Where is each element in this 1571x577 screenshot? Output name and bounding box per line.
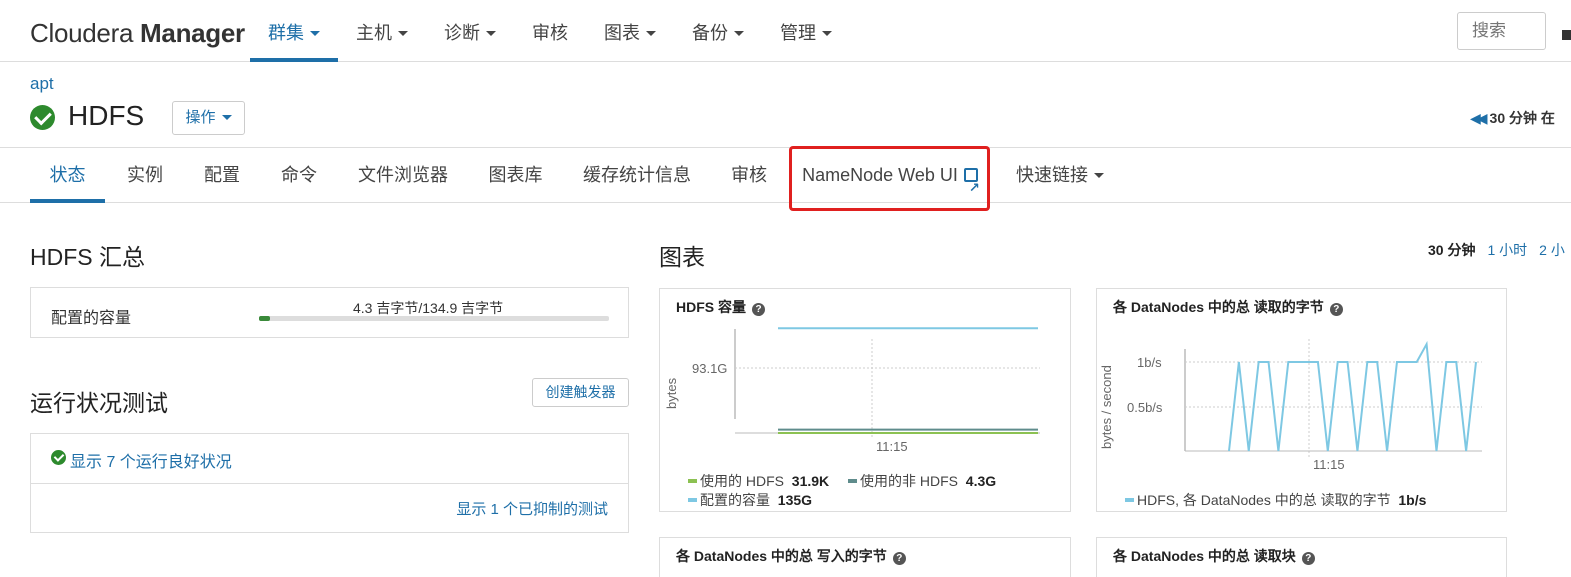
legend-item: 配置的容量 135G <box>688 490 812 510</box>
x-tick-label: 11:15 <box>1313 457 1345 472</box>
time-range-option[interactable]: 30 分钟 <box>1428 242 1475 258</box>
capacity-progress-fill <box>259 316 271 321</box>
help-icon[interactable]: ? <box>892 552 906 565</box>
health-tests-panel: 显示 7 个运行良好状况 显示 1 个已抑制的测试 <box>30 433 629 533</box>
capacity-progress-bar <box>259 316 609 321</box>
nav-item[interactable]: 主机 <box>338 0 426 62</box>
top-navbar: Cloudera Manager 群集 主机 诊断 审核 图表 备份 管理 <box>0 0 1571 62</box>
tab[interactable]: 图表库 <box>469 148 562 203</box>
legend-swatch <box>688 479 697 483</box>
good-health-icon <box>30 105 55 130</box>
breadcrumb-cluster[interactable]: apt <box>30 74 54 94</box>
chevron-down-icon <box>646 30 656 36</box>
check-circle-icon <box>51 450 66 465</box>
chevron-down-icon <box>398 30 408 36</box>
y-tick-label: 93.1G <box>692 361 727 376</box>
chart-title: 各 DataNodes 中的总 读取块? <box>1113 546 1315 566</box>
health-tests-heading: 运行状况测试 <box>30 390 168 416</box>
rewind-icon[interactable]: ◀◀ <box>1470 110 1487 127</box>
app-logo[interactable]: Cloudera Manager <box>30 18 245 49</box>
y-axis-label: bytes / second <box>1099 365 1114 449</box>
page-title: HDFS <box>68 100 145 131</box>
legend-item: 使用的 HDFS 31.9K <box>688 471 829 491</box>
tab[interactable]: 状态 <box>30 148 105 203</box>
tab[interactable]: 文件浏览器 <box>339 148 467 203</box>
time-range-option[interactable]: 1 小时 <box>1487 242 1527 258</box>
series-line <box>1228 340 1477 452</box>
chart-panel-blocks-read: 各 DataNodes 中的总 读取块? <box>1096 537 1507 577</box>
health-good-row: 显示 7 个运行良好状况 <box>31 434 628 484</box>
chevron-down-icon <box>822 30 832 36</box>
nav-item[interactable]: 群集 <box>250 0 338 62</box>
nav-item[interactable]: 诊断 <box>426 0 514 62</box>
legend-swatch <box>1125 498 1134 502</box>
create-trigger-button[interactable]: 创建触发器 <box>532 378 629 407</box>
chart-panel-bytes-written: 各 DataNodes 中的总 写入的字节? <box>659 537 1071 577</box>
chart-panel-bytes-read: 各 DataNodes 中的总 读取的字节? 1b/s 0.5b/s 11:15… <box>1096 288 1507 512</box>
tab[interactable]: 快速链接 <box>1000 148 1120 203</box>
legend-item: 使用的非 HDFS 4.3G <box>848 471 996 491</box>
nav-item[interactable]: 审核 <box>514 0 586 62</box>
bytes-read-chart: 1b/s 0.5b/s 11:15 bytes / second <box>1099 339 1482 472</box>
tab[interactable]: 配置 <box>185 148 259 203</box>
nav-item[interactable]: 备份 <box>674 0 762 62</box>
search-input[interactable] <box>1457 12 1546 50</box>
y-tick-label: 1b/s <box>1137 355 1162 370</box>
time-range-selector: 30 分钟 1 小时 2 小 <box>1428 240 1571 260</box>
tab[interactable]: 命令 <box>262 148 336 203</box>
main-nav: 群集 主机 诊断 审核 图表 备份 管理 <box>250 0 850 62</box>
user-menu-icon[interactable] <box>1562 30 1571 40</box>
y-tick-label: 0.5b/s <box>1127 400 1163 415</box>
show-suppressed-tests-link[interactable]: 显示 1 个已抑制的测试 <box>456 498 608 519</box>
y-axis-label: bytes <box>664 377 679 409</box>
legend-swatch <box>848 479 857 483</box>
x-tick-label: 11:15 <box>876 439 908 454</box>
chart-title: 各 DataNodes 中的总 写入的字节? <box>676 546 906 566</box>
tab[interactable]: 缓存统计信息 <box>562 148 712 203</box>
time-range-option[interactable]: 2 小 <box>1539 242 1565 258</box>
nav-item[interactable]: 图表 <box>586 0 674 62</box>
chevron-down-icon <box>486 30 496 36</box>
charts-heading: 图表 <box>659 244 705 270</box>
summary-heading: HDFS 汇总 <box>30 244 145 270</box>
capacity-label: 配置的容量 <box>51 310 132 327</box>
external-link-icon <box>963 161 980 215</box>
legend-item: HDFS, 各 DataNodes 中的总 读取的字节 1b/s <box>1125 490 1426 510</box>
help-icon[interactable]: ? <box>1301 552 1315 565</box>
capacity-value: 4.3 吉字节/134.9 吉字节 <box>353 300 504 316</box>
service-tabs: 状态实例配置命令文件浏览器图表库缓存统计信息审核NameNode Web UI快… <box>0 147 1571 215</box>
tab[interactable]: 实例 <box>107 148 183 203</box>
tab[interactable]: 审核 <box>712 148 786 203</box>
actions-dropdown-button[interactable]: 操作 <box>172 101 245 135</box>
tab[interactable]: NameNode Web UI <box>790 148 990 215</box>
capacity-panel: 配置的容量 4.3 吉字节/134.9 吉字节 <box>30 287 629 338</box>
legend-swatch <box>688 498 697 502</box>
chevron-down-icon <box>221 114 232 120</box>
nav-item[interactable]: 管理 <box>762 0 850 62</box>
chevron-down-icon <box>1094 172 1104 178</box>
chevron-down-icon <box>310 30 320 36</box>
show-good-health-link[interactable]: 显示 7 个运行良好状况 <box>70 448 232 472</box>
chart-panel-hdfs-capacity: HDFS 容量? 93.1G 11:15 bytes 使用的 HDFS 31.9… <box>659 288 1071 512</box>
chevron-down-icon <box>734 30 744 36</box>
time-control[interactable]: ◀◀ 30 分钟 在 <box>1470 108 1555 128</box>
